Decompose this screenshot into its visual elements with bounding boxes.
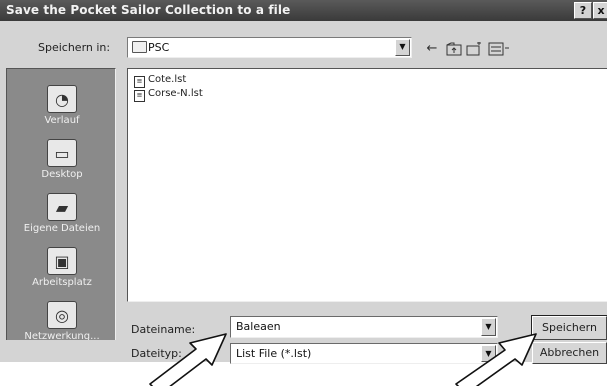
arrow-to-filename-icon <box>149 333 227 386</box>
callout-arrows <box>149 333 537 386</box>
arrow-to-save-button-icon <box>455 333 537 386</box>
